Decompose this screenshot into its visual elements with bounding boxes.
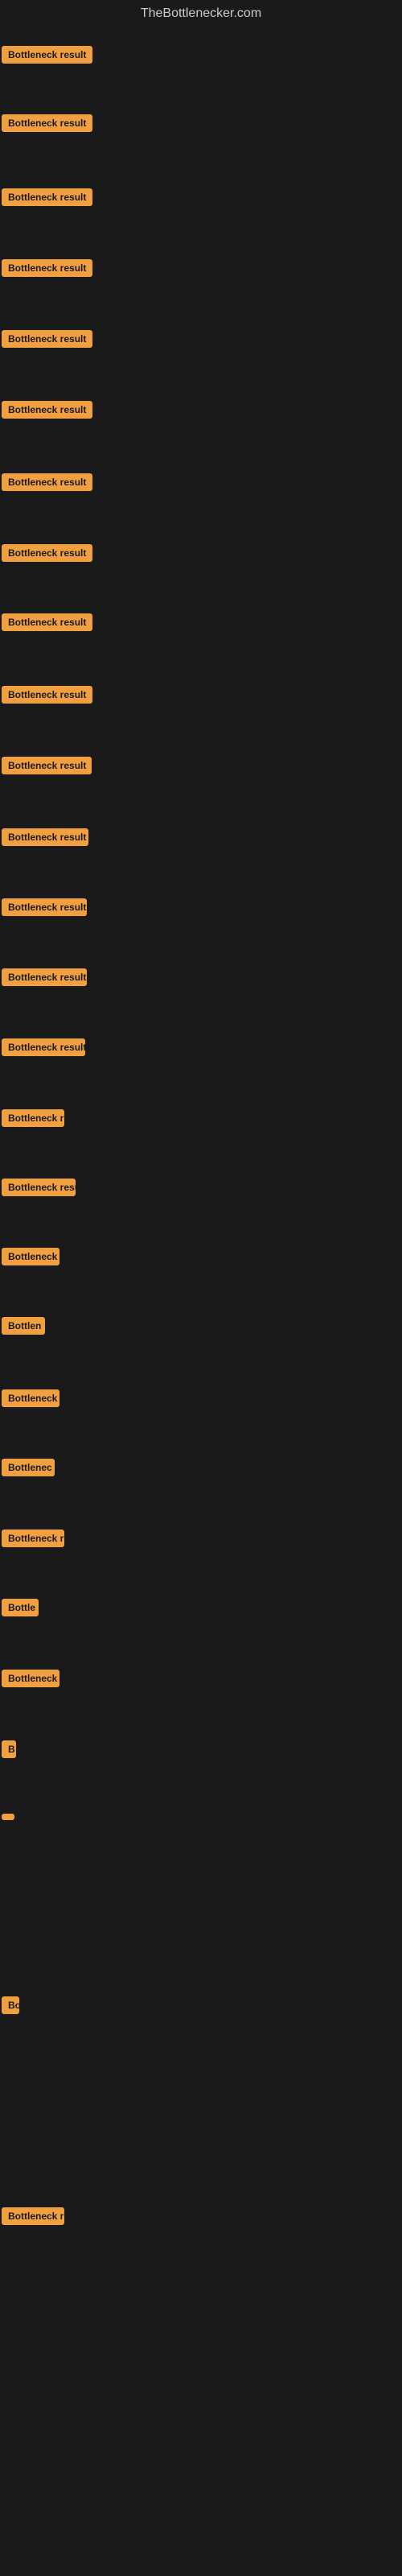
bottleneck-item: Bottleneck result [2,686,92,708]
bottleneck-item: Bottleneck resu [2,1179,76,1200]
bottleneck-badge: Bottleneck result [2,613,92,631]
site-title: TheBottlenecker.com [0,0,402,27]
bottleneck-item: B [2,1740,16,1762]
bottleneck-badge: Bottleneck r [2,2207,64,2225]
bottleneck-item: Bottleneck result [2,898,87,920]
bottleneck-item: Bottleneck [2,1670,59,1691]
bottleneck-badge: Bottleneck result [2,473,92,491]
bottleneck-item: Bottleneck result [2,473,92,495]
bottleneck-item: Bottleneck result [2,1038,85,1060]
bottleneck-badge: Bottleneck result [2,757,92,774]
bottleneck-item [2,1810,14,1824]
bottleneck-item: Bottleneck result [2,757,92,778]
bottleneck-badge: Bottleneck result [2,544,92,562]
bottleneck-badge: Bottleneck result [2,114,92,132]
bottleneck-badge: Bottleneck [2,1670,59,1687]
bottleneck-badge: Bottleneck result [2,898,87,916]
bottleneck-badge: Bottleneck result [2,188,92,206]
bottleneck-badge: Bottleneck result [2,968,87,986]
bottleneck-item: Bottleneck r [2,1109,64,1131]
bottleneck-badge: Bottleneck result [2,259,92,277]
bottleneck-item: Bottleneck result [2,330,92,352]
bottleneck-item: Bottleneck result [2,828,88,850]
bottleneck-item: Bottlen [2,1317,45,1339]
bottleneck-badge: Bottleneck result [2,330,92,348]
bottleneck-badge: Bottleneck result [2,828,88,846]
bottleneck-badge: Bottleneck [2,1389,59,1407]
bottleneck-item: Bottle [2,1599,39,1620]
bottleneck-badge: Bottle [2,1599,39,1616]
bottleneck-item: Bottleneck [2,1389,59,1411]
bottleneck-item: Bottlenec [2,1459,55,1480]
bottleneck-item: Bottleneck result [2,544,92,566]
bottleneck-badge: Bottleneck r [2,1109,64,1127]
bottleneck-badge [2,1814,14,1820]
bottleneck-badge: Bottlenec [2,1459,55,1476]
bottleneck-item: Bottleneck result [2,188,92,210]
bottleneck-badge: B [2,1740,16,1758]
bottleneck-item: Bottleneck result [2,401,92,423]
bottleneck-badge: Bottleneck result [2,401,92,419]
bottleneck-item: Bottleneck result [2,613,92,635]
bottleneck-item: Bo [2,1996,19,2018]
bottleneck-badge: Bottleneck result [2,1038,85,1056]
bottleneck-badge: Bottlen [2,1317,45,1335]
bottleneck-item: Bottleneck result [2,259,92,281]
bottleneck-badge: Bottleneck result [2,686,92,704]
bottleneck-badge: Bottleneck result [2,46,92,64]
bottleneck-item: Bottleneck r [2,1530,64,1551]
bottleneck-item: Bottleneck [2,1248,59,1269]
bottleneck-item: Bottleneck r [2,2207,64,2229]
bottleneck-badge: Bottleneck r [2,1530,64,1547]
bottleneck-item: Bottleneck result [2,46,92,68]
bottleneck-badge: Bottleneck [2,1248,59,1265]
bottleneck-item: Bottleneck result [2,114,92,136]
bottleneck-badge: Bottleneck resu [2,1179,76,1196]
bottleneck-item: Bottleneck result [2,968,87,990]
bottleneck-badge: Bo [2,1996,19,2014]
